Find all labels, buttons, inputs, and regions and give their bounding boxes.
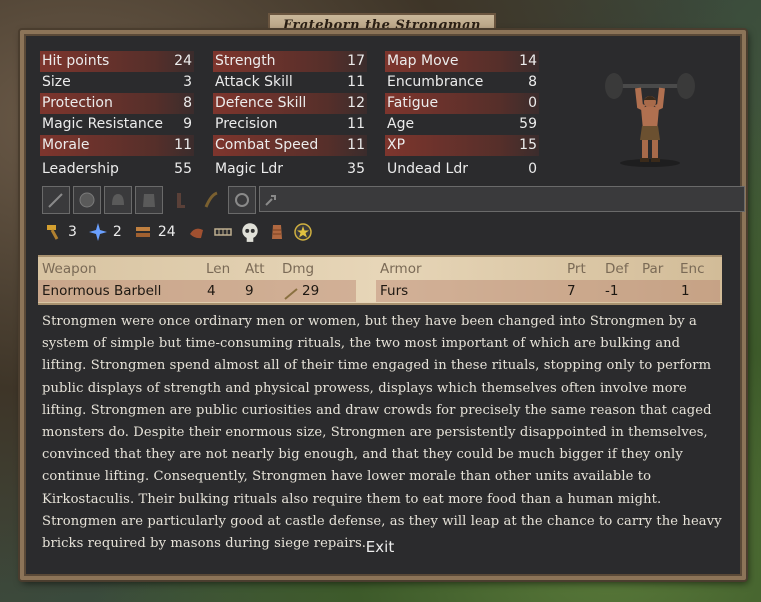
siege-icon (212, 221, 234, 243)
helmet-slot-icon[interactable] (104, 186, 132, 214)
hammer-count: 3 (68, 224, 77, 240)
header-weapon: Weapon (42, 261, 97, 277)
header-prt: Prt (567, 261, 586, 277)
stat-combat-speed: Combat Speed 11 (213, 135, 367, 156)
weapon-armor-table: Weapon Len Att Dmg Armor Prt Def Par Enc… (38, 255, 722, 305)
exit-button[interactable]: Exit (340, 538, 420, 556)
magic-star-icon (87, 221, 109, 243)
armor-name[interactable]: Furs (380, 280, 408, 302)
stats-column-1: Hit points 24 Size 3 Protection 8 Magic Res… (40, 51, 194, 180)
stat-precision: Precision 11 (215, 116, 365, 132)
hammer-icon (42, 221, 64, 243)
header-dmg: Dmg (282, 261, 315, 277)
resource-count: 24 (157, 224, 176, 240)
shield-slot-icon[interactable] (73, 186, 101, 214)
header-def: Def (605, 261, 629, 277)
weapon-att: 9 (245, 283, 254, 299)
stat-magic-leadership: Magic Ldr 35 (215, 161, 365, 177)
equipment-slots (42, 186, 745, 214)
resource-icon (132, 221, 154, 243)
header-enc: Enc (680, 261, 705, 277)
misc-item-slot-icon[interactable] (259, 186, 745, 212)
armor-def: -1 (605, 283, 619, 299)
weapon-name[interactable]: Enormous Barbell (42, 280, 161, 302)
armor-enc: 1 (681, 283, 690, 299)
stat-encumbrance: Encumbrance 8 (387, 74, 537, 90)
stat-xp: XP 15 (385, 135, 539, 156)
abilities-row: 3 2 24 (42, 220, 314, 244)
header-att: Att (245, 261, 265, 277)
sword-slot-icon[interactable] (42, 186, 70, 214)
stat-undead-leadership: Undead Ldr 0 (387, 161, 537, 177)
stat-protection: Protection 8 (40, 93, 194, 114)
header-len: Len (206, 261, 231, 277)
bricks-icon (266, 221, 288, 243)
skull-icon (238, 220, 262, 244)
weapon-dmg: 29 (302, 283, 320, 299)
weapon-dmg-icon (284, 285, 298, 307)
ring-slot-icon[interactable] (228, 186, 256, 214)
stat-map-move: Map Move 14 (385, 51, 539, 72)
boots-slot-icon[interactable] (166, 186, 194, 214)
stat-age: Age 59 (387, 116, 537, 132)
header-par: Par (642, 261, 664, 277)
stat-attack-skill: Attack Skill 11 (215, 74, 365, 90)
table-row[interactable]: Enormous Barbell 4 9 29 Furs 7 -1 1 (38, 280, 722, 302)
stat-size: Size 3 (42, 74, 192, 90)
stat-defence-skill: Defence Skill 12 (213, 93, 367, 114)
stat-magic-resistance: Magic Resistance 9 (42, 116, 192, 132)
weapon-len: 4 (207, 283, 216, 299)
stat-morale: Morale 11 (40, 135, 194, 156)
armor-slot-icon[interactable] (135, 186, 163, 214)
stats-column-2: Strength 17 Attack Skill 11 Defence Skill 1… (213, 51, 367, 180)
header-armor: Armor (380, 261, 422, 277)
stats-column-3: Map Move 14 Encumbrance 8 Fatigue 0 Age 59 X… (385, 51, 539, 180)
unit-portrait (600, 70, 700, 170)
stat-strength: Strength 17 (213, 51, 367, 72)
stat-fatigue: Fatigue 0 (385, 93, 539, 114)
table-header: Weapon Len Att Dmg Armor Prt Def Par Enc (38, 258, 722, 280)
stat-hit-points: Hit points 24 (40, 51, 194, 72)
armor-prt: 7 (567, 283, 576, 299)
stat-leadership: Leadership 55 (42, 161, 192, 177)
magic-count: 2 (112, 224, 122, 240)
misc-slot-icon[interactable] (197, 186, 225, 214)
food-icon (186, 221, 208, 243)
unit-description: Strongmen were once ordinary men or wome… (42, 314, 722, 552)
star-badge-icon (292, 221, 314, 243)
